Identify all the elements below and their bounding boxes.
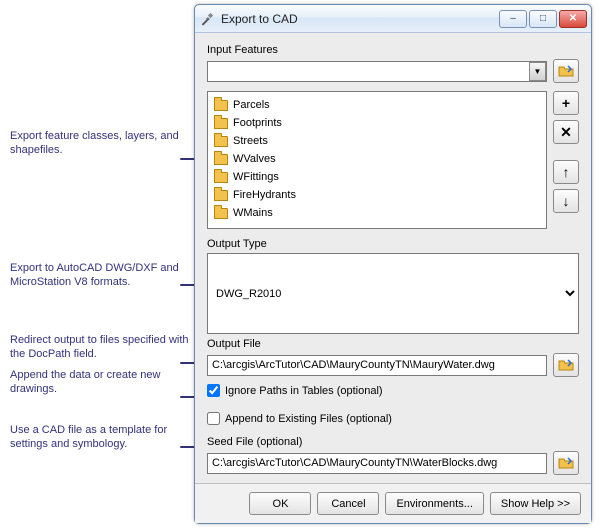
annotations-panel: Export feature classes, layers, and shap… (0, 0, 194, 528)
feature-class-icon (214, 136, 228, 147)
cancel-button[interactable]: Cancel (317, 492, 379, 515)
output-file-label: Output File (207, 338, 579, 350)
feature-class-icon (214, 172, 228, 183)
window-title: Export to CAD (221, 12, 499, 26)
ok-button[interactable]: OK (249, 492, 311, 515)
close-button[interactable]: ✕ (559, 10, 587, 28)
feature-class-icon (214, 154, 228, 165)
output-type-select[interactable]: DWG_R2010 (207, 253, 579, 334)
dialog-footer: OK Cancel Environments... Show Help >> (195, 483, 591, 523)
list-item[interactable]: FireHydrants (214, 186, 540, 204)
dropdown-icon[interactable]: ▼ (529, 62, 546, 81)
annotation-5: Use a CAD file as a template for setting… (10, 424, 190, 452)
dialog-body: Input Features ▼ Parcels Footprints Stre… (195, 33, 591, 483)
annotation-2: Export to AutoCAD DWG/DXF and MicroStati… (10, 262, 190, 290)
maximize-button[interactable]: □ (529, 10, 557, 28)
append-checkbox[interactable] (207, 412, 220, 425)
browse-seed-button[interactable] (553, 451, 579, 475)
browse-input-button[interactable] (553, 59, 579, 83)
show-help-button[interactable]: Show Help >> (490, 492, 581, 515)
append-label: Append to Existing Files (optional) (225, 413, 392, 425)
ignore-paths-checkbox[interactable] (207, 384, 220, 397)
environments-button[interactable]: Environments... (385, 492, 483, 515)
feature-list[interactable]: Parcels Footprints Streets WValves WFitt… (207, 91, 547, 229)
move-up-button[interactable]: ↑ (553, 160, 579, 184)
feature-class-icon (214, 208, 228, 219)
output-file-input[interactable] (207, 355, 547, 376)
list-item[interactable]: WValves (214, 150, 540, 168)
list-item[interactable]: WFittings (214, 168, 540, 186)
export-to-cad-dialog: Export to CAD – □ ✕ Input Features ▼ Par… (194, 4, 592, 524)
list-item[interactable]: WMains (214, 204, 540, 222)
titlebar: Export to CAD – □ ✕ (195, 5, 591, 33)
seed-file-label: Seed File (optional) (207, 436, 579, 448)
annotation-3: Redirect output to files specified with … (10, 334, 190, 362)
hammer-icon (199, 11, 215, 27)
browse-output-button[interactable] (553, 353, 579, 377)
seed-file-input[interactable] (207, 453, 547, 474)
minimize-button[interactable]: – (499, 10, 527, 28)
move-down-button[interactable]: ↓ (553, 189, 579, 213)
list-item[interactable]: Streets (214, 132, 540, 150)
feature-class-icon (214, 100, 228, 111)
remove-button[interactable]: ✕ (553, 120, 579, 144)
input-features-combo[interactable]: ▼ (207, 61, 547, 82)
add-button[interactable]: + (553, 91, 579, 115)
input-features-input[interactable] (207, 61, 547, 82)
feature-class-icon (214, 190, 228, 201)
input-features-label: Input Features (207, 44, 579, 56)
feature-class-icon (214, 118, 228, 129)
annotation-1: Export feature classes, layers, and shap… (10, 130, 190, 158)
annotation-4: Append the data or create new drawings. (10, 369, 190, 397)
list-item[interactable]: Parcels (214, 96, 540, 114)
ignore-paths-label: Ignore Paths in Tables (optional) (225, 385, 383, 397)
output-type-label: Output Type (207, 238, 579, 250)
list-item[interactable]: Footprints (214, 114, 540, 132)
